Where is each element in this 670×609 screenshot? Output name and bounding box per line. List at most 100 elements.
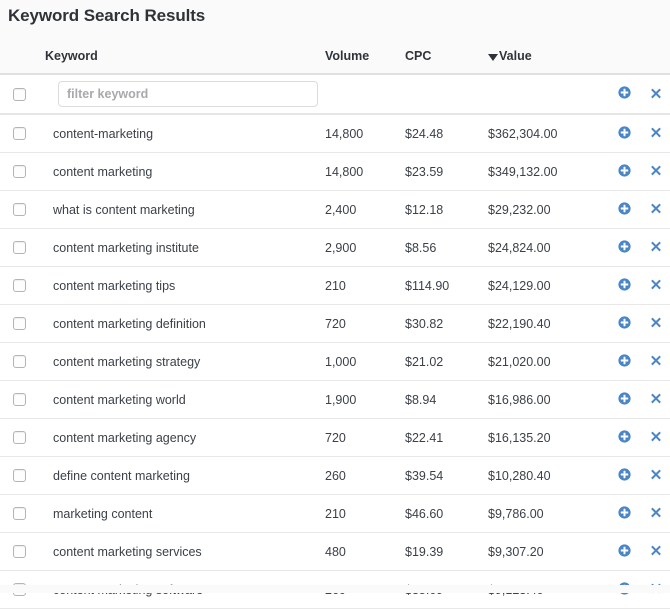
circle-plus-icon[interactable] <box>617 467 631 481</box>
row-keyword-cell: content marketing tips <box>45 266 325 305</box>
row-select-cell <box>0 418 45 457</box>
column-header-keyword[interactable]: Keyword <box>45 33 325 75</box>
row-remove-cell <box>642 190 670 229</box>
row-select-cell <box>0 456 45 495</box>
filter-row-remove-cell <box>642 74 670 115</box>
row-volume-cell: 720 <box>325 304 405 343</box>
row-add-cell <box>606 380 642 419</box>
circle-plus-icon[interactable] <box>617 125 631 139</box>
column-header-volume[interactable]: Volume <box>325 33 405 75</box>
row-add-cell <box>606 342 642 381</box>
row-select-checkbox[interactable] <box>13 279 26 292</box>
column-header-cpc-label: CPC <box>405 49 432 63</box>
circle-plus-icon[interactable] <box>617 429 631 443</box>
close-x-icon[interactable] <box>650 126 662 138</box>
column-header-value[interactable]: Value <box>488 33 606 75</box>
page-title: Keyword Search Results <box>8 6 206 25</box>
row-remove-cell <box>642 532 670 571</box>
column-header-select <box>0 33 45 75</box>
row-volume-cell: 1,000 <box>325 342 405 381</box>
row-value-cell: $21,020.00 <box>488 342 606 381</box>
row-select-cell <box>0 266 45 305</box>
keyword-search-results-page: Keyword Search Results Keyword Volume CP… <box>0 0 670 609</box>
row-select-checkbox[interactable] <box>13 355 26 368</box>
circle-plus-icon[interactable] <box>617 315 631 329</box>
row-select-checkbox[interactable] <box>13 431 26 444</box>
row-select-checkbox[interactable] <box>13 241 26 254</box>
row-cpc-cell: $8.94 <box>405 380 488 419</box>
filter-keyword-input[interactable] <box>58 81 318 107</box>
filter-row-volume-cell <box>325 74 405 115</box>
row-add-cell <box>606 228 642 267</box>
table-row: content marketing services 480 $19.39 $9,30… <box>0 532 670 571</box>
row-volume-cell: 2,900 <box>325 228 405 267</box>
select-all-checkbox[interactable] <box>13 87 26 101</box>
row-value-cell: $349,132.00 <box>488 152 606 191</box>
close-x-icon[interactable] <box>650 354 662 366</box>
row-keyword-cell: what is content marketing <box>45 190 325 229</box>
row-value-text: $9,307.20 <box>488 544 544 559</box>
table-row: content marketing agency 720 $22.41 $16,135… <box>0 418 670 457</box>
table-row: content marketing world 1,900 $8.94 $16,986… <box>0 380 670 419</box>
row-select-cell <box>0 114 45 153</box>
row-keyword-text: what is content marketing <box>53 202 195 217</box>
row-volume-text: 720 <box>325 430 346 445</box>
close-x-icon[interactable] <box>650 202 662 214</box>
row-cpc-text: $30.82 <box>405 316 444 331</box>
row-select-cell <box>0 304 45 343</box>
row-value-cell: $9,307.20 <box>488 532 606 571</box>
row-remove-cell <box>642 114 670 153</box>
row-value-cell: $10,280.40 <box>488 456 606 495</box>
row-select-checkbox[interactable] <box>13 317 26 330</box>
circle-plus-icon[interactable] <box>617 239 631 253</box>
row-select-checkbox[interactable] <box>13 393 26 406</box>
row-cpc-text: $114.90 <box>405 278 450 293</box>
row-add-cell <box>606 304 642 343</box>
close-x-icon[interactable] <box>650 164 662 176</box>
row-keyword-text: content marketing <box>53 164 153 179</box>
circle-plus-icon[interactable] <box>617 201 631 215</box>
row-keyword-text: content marketing tips <box>53 278 176 293</box>
row-remove-cell <box>642 380 670 419</box>
close-x-icon[interactable] <box>650 240 662 252</box>
row-cpc-cell: $12.18 <box>405 190 488 229</box>
column-header-keyword-label: Keyword <box>45 49 98 63</box>
row-remove-cell <box>642 266 670 305</box>
table-row: content-marketing 14,800 $24.48 $362,304.00 <box>0 114 670 153</box>
circle-plus-icon[interactable] <box>617 505 631 519</box>
close-x-icon[interactable] <box>650 278 662 290</box>
circle-plus-icon[interactable] <box>617 391 631 405</box>
row-select-checkbox[interactable] <box>13 469 26 482</box>
row-volume-cell: 2,400 <box>325 190 405 229</box>
row-cpc-text: $46.60 <box>405 506 444 521</box>
circle-plus-icon[interactable] <box>617 543 631 557</box>
close-x-icon[interactable] <box>650 392 662 404</box>
table-header: Keyword Volume CPC Value <box>0 33 670 75</box>
row-cpc-cell: $23.59 <box>405 152 488 191</box>
row-value-text: $10,280.40 <box>488 468 551 483</box>
circle-plus-icon[interactable] <box>617 277 631 291</box>
row-select-checkbox[interactable] <box>13 545 26 558</box>
close-x-icon[interactable] <box>650 87 662 99</box>
row-select-checkbox[interactable] <box>13 203 26 216</box>
row-add-cell <box>606 190 642 229</box>
caret-down-icon <box>488 54 498 61</box>
column-header-cpc[interactable]: CPC <box>405 33 488 75</box>
close-x-icon[interactable] <box>650 506 662 518</box>
row-keyword-cell: define content marketing <box>45 456 325 495</box>
row-select-checkbox[interactable] <box>13 507 26 520</box>
row-volume-text: 480 <box>325 544 346 559</box>
row-keyword-cell: content-marketing <box>45 114 325 153</box>
row-cpc-cell: $8.56 <box>405 228 488 267</box>
close-x-icon[interactable] <box>650 316 662 328</box>
close-x-icon[interactable] <box>650 468 662 480</box>
circle-plus-icon[interactable] <box>617 353 631 367</box>
row-select-checkbox[interactable] <box>13 165 26 178</box>
row-volume-cell: 14,800 <box>325 152 405 191</box>
circle-plus-icon[interactable] <box>617 86 631 99</box>
close-x-icon[interactable] <box>650 544 662 556</box>
circle-plus-icon[interactable] <box>617 163 631 177</box>
row-select-checkbox[interactable] <box>13 127 26 140</box>
close-x-icon[interactable] <box>650 430 662 442</box>
results-table-container: Keyword Volume CPC Value content-marketi… <box>0 33 670 609</box>
